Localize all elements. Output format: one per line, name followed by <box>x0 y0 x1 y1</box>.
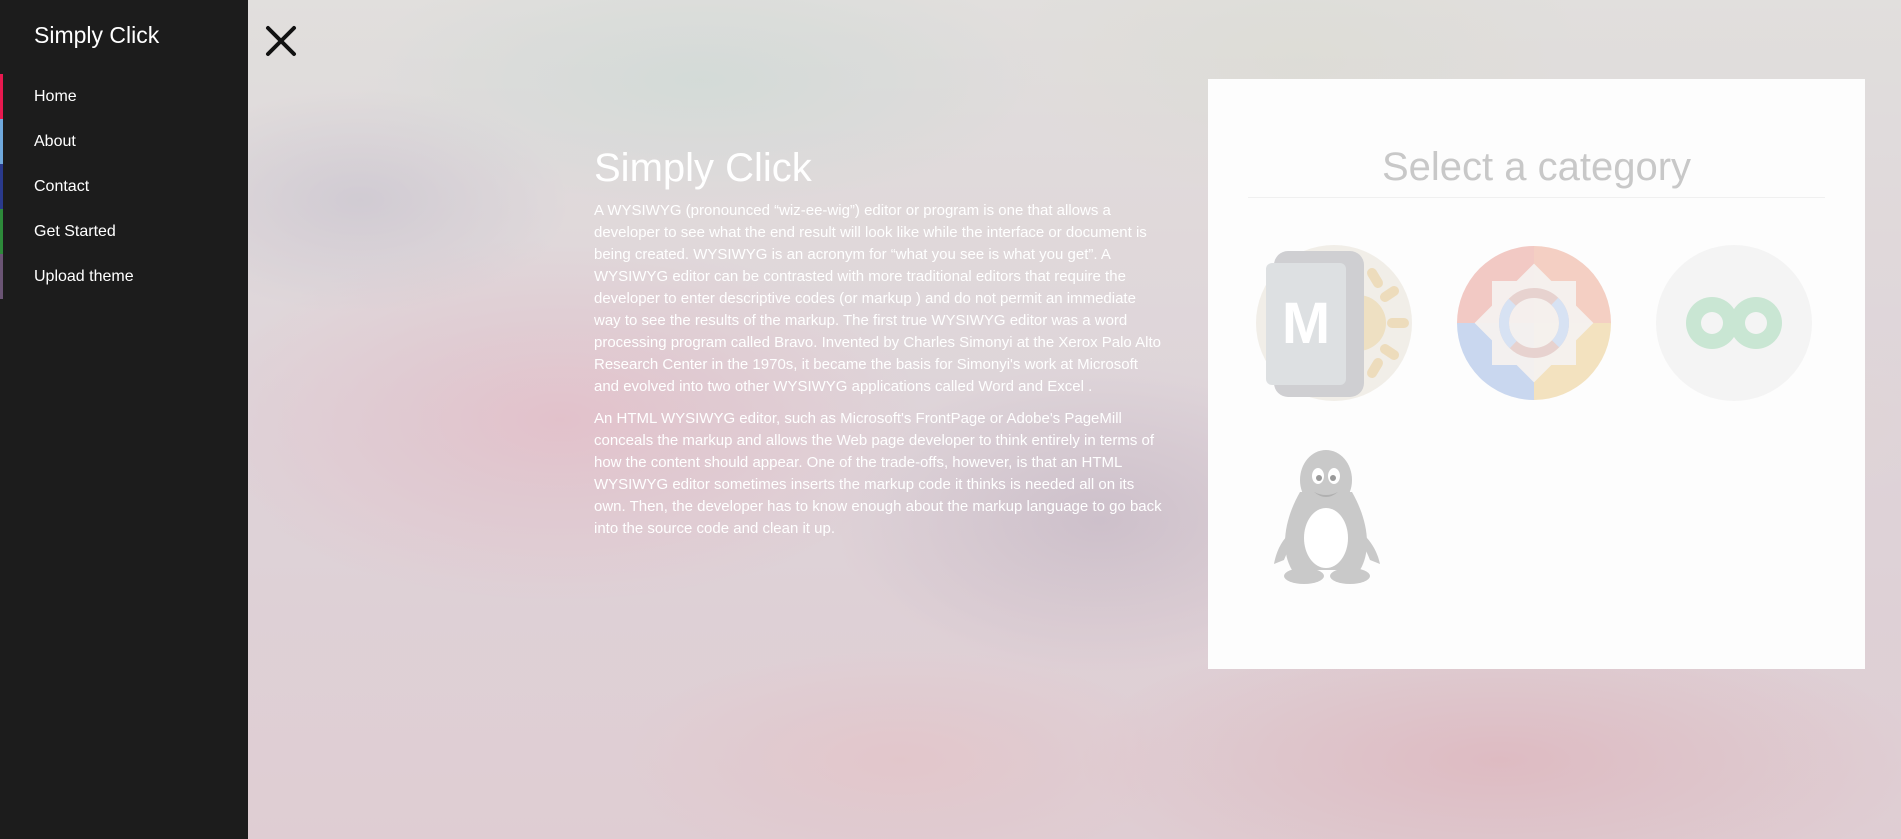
material-m-icon: M <box>1256 245 1412 401</box>
sidebar-item-upload-theme[interactable]: Upload theme <box>0 254 248 299</box>
sidebar-nav: Home About Contact Get Started Upload th… <box>0 74 248 299</box>
nav-accent-bar <box>0 74 3 119</box>
sidebar: Simply Click Home About Contact Get Star… <box>0 0 248 839</box>
category-panel: Select a category M <box>1208 79 1865 669</box>
sidebar-item-get-started[interactable]: Get Started <box>0 209 248 254</box>
category-linux[interactable] <box>1254 440 1414 600</box>
sidebar-item-label: Contact <box>34 178 90 195</box>
sidebar-item-contact[interactable]: Contact <box>0 164 248 209</box>
page: Simply Click Home About Contact Get Star… <box>0 0 1901 839</box>
svg-text:M: M <box>1282 291 1330 356</box>
nav-accent-bar <box>0 254 3 299</box>
nav-accent-bar <box>0 119 3 164</box>
html-editor-paragraph: An HTML WYSIWYG editor, such as Microsof… <box>594 410 1162 537</box>
close-button[interactable] <box>264 24 298 58</box>
sidebar-item-label: Home <box>34 88 77 105</box>
category-infinity[interactable] <box>1654 243 1814 403</box>
category-material[interactable]: M <box>1254 243 1414 403</box>
sidebar-item-label: Get Started <box>34 223 116 240</box>
colorful-gear-icon <box>1457 246 1611 400</box>
panel-title: Select a category <box>1381 145 1692 189</box>
linux-penguin-icon <box>1274 450 1380 584</box>
intro-paragraph: A WYSIWYG (pronounced “wiz-ee-wig”) edit… <box>594 202 1161 395</box>
sidebar-item-label: About <box>34 133 76 150</box>
close-icon <box>266 26 296 56</box>
nav-accent-bar <box>0 164 3 209</box>
infinity-icon <box>1656 245 1812 401</box>
main-content: Simply Click A WYSIWYG (pronounced “wiz-… <box>594 144 1164 550</box>
sidebar-item-about[interactable]: About <box>0 119 248 164</box>
page-title: Simply Click <box>594 146 812 190</box>
nav-accent-bar <box>0 209 3 254</box>
sidebar-item-home[interactable]: Home <box>0 74 248 119</box>
sidebar-title: Simply Click <box>34 22 160 48</box>
category-theme[interactable] <box>1454 243 1614 403</box>
panel-divider <box>1248 197 1825 198</box>
sidebar-item-label: Upload theme <box>34 268 134 285</box>
